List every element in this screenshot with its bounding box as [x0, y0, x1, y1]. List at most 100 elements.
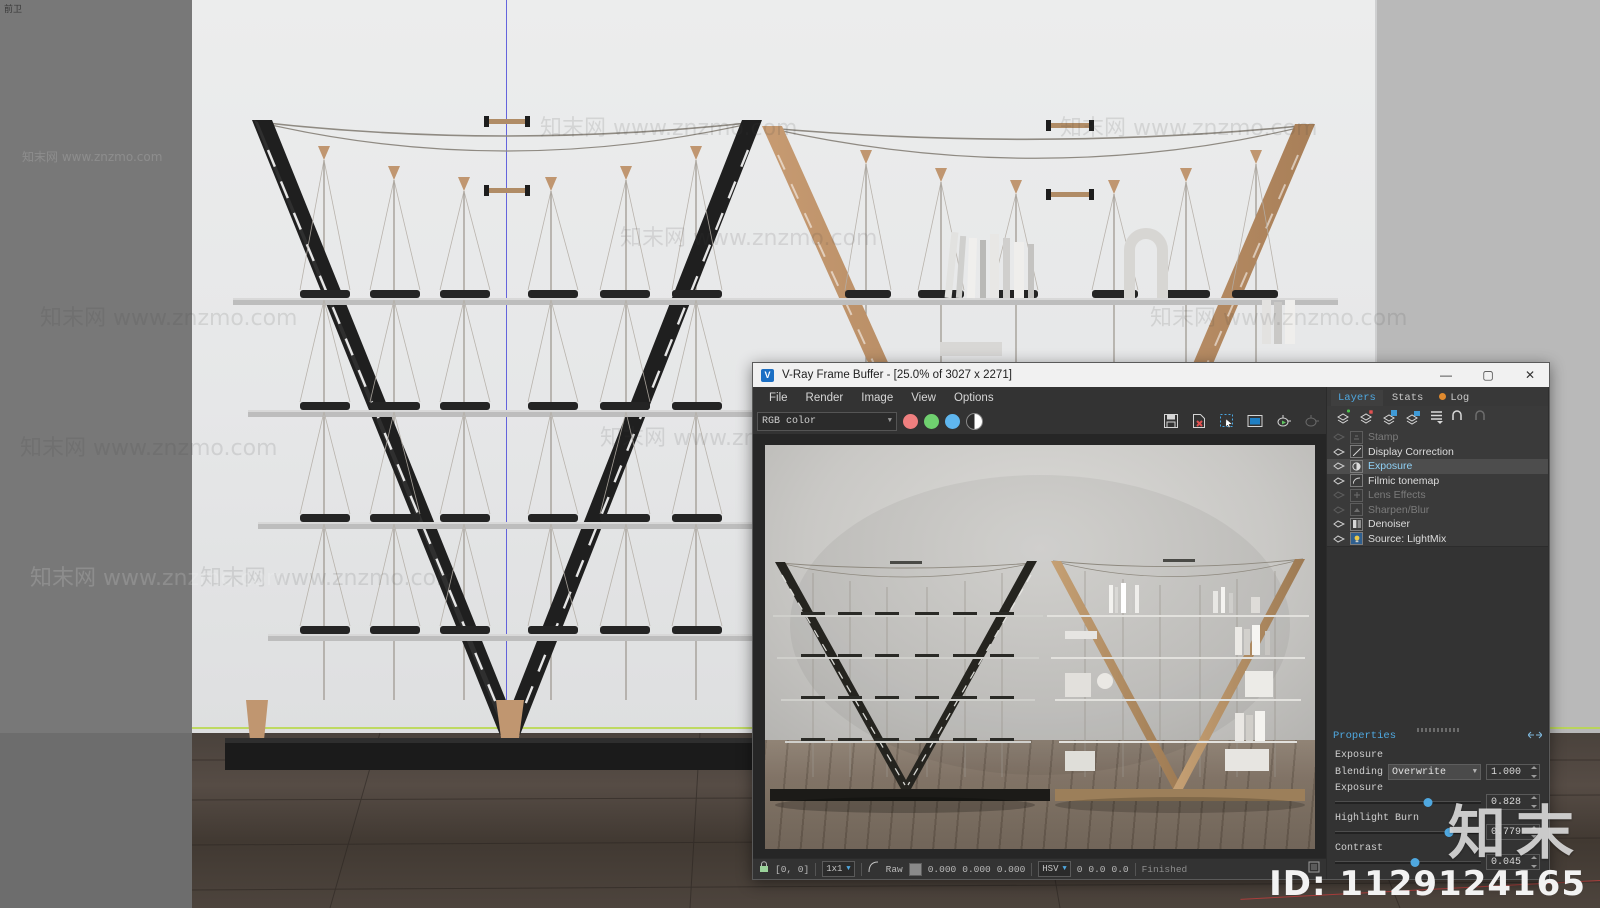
visibility-toggle-icon[interactable] [1333, 433, 1345, 441]
status-bar[interactable]: [0, 0] 1x1 ▼ Raw 0.000 0.000 0.000 HSV ▼… [753, 858, 1326, 879]
layer-label: Filmic tonemap [1368, 474, 1440, 487]
render-teapot-icon[interactable] [1300, 411, 1322, 431]
save-image-with-alpha-icon[interactable] [1188, 411, 1210, 431]
hsv-s-value: 0.0 [1088, 863, 1106, 875]
undo-icon[interactable] [1450, 409, 1467, 426]
layer-label: Denoiser [1368, 518, 1411, 531]
layer-row[interactable]: Lens Effects [1327, 488, 1548, 503]
denoiser-icon [1350, 517, 1363, 531]
tab-stats[interactable]: Stats [1385, 390, 1431, 406]
layer-list[interactable]: Stamp Display Correction Exposure Filmic… [1327, 428, 1548, 546]
vfb-left-column: File Render Image View Options RGB color… [753, 387, 1326, 879]
alpha-channel-icon[interactable] [966, 412, 983, 430]
id-watermark: ID: 1129124165 [1269, 864, 1586, 904]
visibility-toggle-icon[interactable] [1333, 462, 1345, 470]
zoom-level-value: 1x1 [826, 864, 843, 874]
tab-log-label: Log [1450, 392, 1470, 404]
curve-icon[interactable] [868, 860, 880, 878]
visibility-toggle-icon[interactable] [1333, 535, 1345, 543]
raw-mode-label: Raw [885, 863, 903, 875]
brand-watermark: 知末 [1447, 799, 1584, 867]
red-channel-icon[interactable] [903, 413, 918, 429]
render-state: Finished [1141, 863, 1188, 875]
window-body: File Render Image View Options RGB color… [753, 387, 1549, 879]
visibility-toggle-icon[interactable] [1333, 477, 1345, 485]
layer-row[interactable]: Filmic tonemap [1327, 474, 1548, 489]
layer-presets-icon[interactable] [1427, 409, 1444, 426]
status-separator [815, 862, 817, 876]
layer-label: Lens Effects [1368, 489, 1426, 502]
properties-title: Properties [1333, 730, 1397, 742]
stamp-icon [1350, 430, 1363, 444]
chevron-down-icon: ▼ [1472, 768, 1477, 776]
close-button[interactable]: ✕ [1513, 364, 1547, 387]
panel-resize-grip[interactable] [1416, 728, 1459, 732]
green-channel-icon[interactable] [924, 413, 939, 429]
menu-bar[interactable]: File Render Image View Options [753, 387, 1326, 408]
hsv-v-value: 0.0 [1111, 863, 1129, 875]
render-last-icon[interactable] [1272, 411, 1294, 431]
spinner-icon[interactable] [1530, 766, 1538, 778]
blending-amount-field[interactable]: 1.000 [1486, 764, 1540, 780]
show-vfb-window-icon[interactable] [1244, 411, 1266, 431]
menu-item-render[interactable]: Render [798, 390, 852, 406]
region-render-icon[interactable] [1216, 411, 1238, 431]
log-status-bullet-icon [1439, 393, 1447, 400]
hsv-h-value: 0 [1076, 863, 1083, 875]
corner-label: 前卫 [4, 5, 23, 15]
layer-row[interactable]: Denoiser [1327, 517, 1548, 532]
layer-label: Stamp [1368, 431, 1399, 444]
rgb-g-value: 0.000 [962, 863, 991, 875]
pixel-lock-icon[interactable] [759, 860, 769, 878]
maximize-button[interactable]: ▢ [1471, 364, 1505, 387]
render-geometry [769, 475, 1309, 813]
layer-label: Sharpen/Blur [1368, 503, 1430, 516]
layer-row-exposure[interactable]: Exposure [1327, 459, 1548, 474]
save-image-icon[interactable] [1160, 411, 1182, 431]
minimize-button[interactable]: — [1429, 364, 1463, 387]
visibility-toggle-icon[interactable] [1333, 448, 1345, 456]
redo-icon[interactable] [1473, 409, 1490, 426]
render-canvas-area[interactable] [753, 434, 1326, 858]
menu-item-options[interactable]: Options [946, 390, 1002, 406]
tab-log[interactable]: Log [1432, 390, 1476, 406]
layer-row[interactable]: Display Correction [1327, 445, 1548, 460]
pixel-coordinates: [0, 0] [775, 863, 810, 875]
channel-select[interactable]: RGB color ▼ [757, 411, 897, 431]
menu-item-file[interactable]: File [761, 390, 796, 406]
blue-channel-icon[interactable] [945, 413, 960, 429]
dock-tab-bar[interactable]: Layers Stats Log [1327, 387, 1548, 406]
vfb-toolbar[interactable]: RGB color ▼ [753, 408, 1326, 434]
layer-row[interactable]: Source: LightMix [1327, 532, 1548, 547]
save-layer-icon[interactable] [1404, 409, 1421, 426]
zoom-level-select[interactable]: 1x1 ▼ [822, 861, 855, 877]
tab-layers[interactable]: Layers [1331, 390, 1383, 406]
layer-toolbar[interactable] [1327, 406, 1548, 428]
window-title-bar[interactable]: V V-Ray Frame Buffer - [25.0% of 3027 x … [753, 363, 1549, 387]
lens-effects-icon [1350, 488, 1363, 502]
visibility-toggle-icon[interactable] [1333, 506, 1345, 514]
vray-frame-buffer-window[interactable]: V V-Ray Frame Buffer - [25.0% of 3027 x … [752, 362, 1550, 880]
properties-collapse-icon[interactable] [1527, 727, 1543, 745]
chevron-down-icon: ▼ [887, 417, 892, 425]
add-layer-icon[interactable] [1335, 409, 1352, 426]
status-separator [1134, 862, 1136, 876]
color-space-select[interactable]: HSV ▼ [1038, 861, 1071, 877]
layer-row[interactable]: Stamp [1327, 430, 1548, 445]
load-layer-icon[interactable] [1381, 409, 1398, 426]
delete-layer-icon[interactable] [1358, 409, 1375, 426]
visibility-toggle-icon[interactable] [1333, 491, 1345, 499]
visibility-toggle-icon[interactable] [1333, 520, 1345, 528]
curve-icon [1350, 445, 1363, 459]
chevron-down-icon: ▼ [846, 865, 851, 873]
rendered-image[interactable] [764, 445, 1315, 849]
sharpen-icon [1350, 503, 1363, 517]
color-space-value: HSV [1042, 864, 1059, 874]
lightmix-icon [1350, 532, 1363, 546]
properties-layer-name: Exposure [1335, 750, 1384, 761]
menu-item-view[interactable]: View [903, 390, 944, 406]
menu-item-image[interactable]: Image [853, 390, 901, 406]
screen: 知末网 www.znzmo.com 知末网 www.znzmo.com 知末网 … [0, 0, 1600, 908]
layer-row[interactable]: Sharpen/Blur [1327, 503, 1548, 518]
blending-select[interactable]: Overwrite ▼ [1388, 764, 1481, 780]
